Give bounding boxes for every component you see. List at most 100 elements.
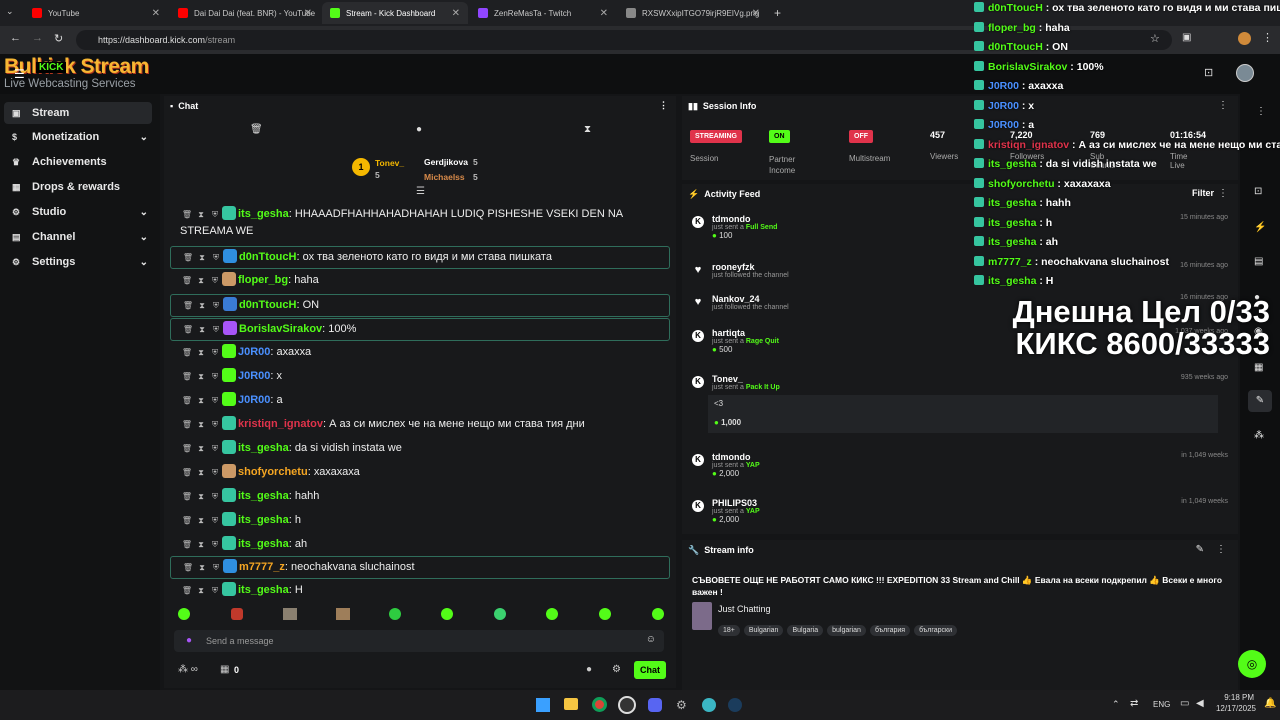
shield-icon[interactable]: ⛨ — [208, 207, 222, 223]
sidebar-item-achievements[interactable]: ♛ Achievements — [4, 151, 152, 173]
hourglass-icon[interactable]: ⧗ — [194, 273, 208, 289]
trash-icon[interactable]: 🗑 — [181, 322, 195, 338]
share-icon[interactable]: ⁂ — [1254, 430, 1264, 441]
chat-message[interactable]: 🗑 ⧗ ⛨ its_gesha: h — [170, 510, 670, 531]
chat-menu-icon[interactable]: ⋮ — [659, 100, 668, 111]
forward-icon[interactable]: → — [32, 32, 43, 44]
tag-chip[interactable]: 18+ — [718, 625, 740, 636]
chat-message[interactable]: 🗑 ⧗ ⛨ BorislavSirakov: 100% — [170, 318, 670, 341]
mic-icon[interactable]: ● — [186, 635, 192, 646]
hourglass-icon[interactable]: ⧗ — [194, 489, 208, 505]
tag-chip[interactable]: Bulgaria — [787, 625, 824, 636]
chat-username[interactable]: its_gesha — [238, 538, 289, 550]
sidebar-item-studio[interactable]: ⚙ Studio ⌄ — [4, 201, 152, 223]
chat-username[interactable]: d0nTtoucH — [239, 299, 296, 311]
close-tab-icon[interactable]: ✕ — [452, 8, 460, 19]
steam-icon[interactable] — [728, 698, 742, 712]
trash-icon[interactable]: 🗑 — [180, 583, 194, 599]
shield-icon[interactable]: ⛨ — [208, 465, 222, 481]
chat-username[interactable]: floper_bg — [238, 274, 288, 286]
hourglass-icon[interactable]: ⧗ — [194, 207, 208, 223]
chat-input-box[interactable]: ● Send a message ☺ — [174, 630, 664, 652]
trash-icon[interactable]: 🗑 — [180, 369, 194, 385]
tag-chip[interactable]: българия — [869, 625, 911, 636]
hourglass-icon[interactable]: ⧗ — [584, 124, 591, 135]
chat-message[interactable]: 🗑 ⧗ ⛨ J0R00: a — [170, 390, 670, 411]
sidebar-item-channel[interactable]: ▤ Channel ⌄ — [4, 226, 152, 248]
category-name[interactable]: Just Chatting — [718, 604, 771, 614]
tray-sync-icon[interactable]: ⇄ — [1130, 698, 1138, 709]
chat-username[interactable]: its_gesha — [238, 442, 289, 454]
chat-bubble-icon[interactable]: ● — [586, 664, 592, 675]
chat-username[interactable]: its_gesha — [238, 490, 289, 502]
chat-message[interactable]: 🗑 ⧗ ⛨ d0nTtoucH: ON — [170, 294, 670, 317]
shield-icon[interactable]: ⛨ — [208, 537, 222, 553]
chat-message[interactable]: 🗑 ⧗ ⛨ its_gesha: da si vidish instata we — [170, 438, 670, 459]
chat-message[interactable]: 🗑 ⧗ ⛨ d0nTtoucH: ох тва зеленото като го ви… — [170, 246, 670, 269]
shield-icon[interactable]: ⛨ — [208, 583, 222, 599]
discord-icon[interactable] — [648, 698, 662, 712]
language-indicator[interactable]: ENG — [1153, 700, 1170, 709]
trash-icon[interactable]: 🗑 — [180, 393, 194, 409]
chat-username[interactable]: m7777_z — [239, 561, 285, 573]
emote-icon[interactable] — [178, 608, 190, 620]
hamburger-menu-icon[interactable]: ☰ — [14, 67, 25, 81]
trash-icon[interactable]: 🗑 — [180, 489, 194, 505]
emote-icon[interactable] — [546, 608, 558, 620]
shield-icon[interactable]: ⛨ — [208, 273, 222, 289]
activity-item[interactable]: Ktdmondo just sent a YAP ● 2,000 in 1,049 w… — [688, 452, 1232, 478]
sidebar-item-settings[interactable]: ⚙ Settings ⌄ — [4, 251, 152, 273]
hourglass-icon[interactable]: ⧗ — [195, 250, 209, 266]
chat-message[interactable]: 🗑 ⧗ ⛨ m7777_z: neochakvana sluchainost — [170, 556, 670, 579]
chat-message[interactable]: 🗑 ⧗ ⛨ its_gesha: ah — [170, 534, 670, 555]
hourglass-icon[interactable]: ⧗ — [194, 465, 208, 481]
emote-icon[interactable] — [231, 608, 243, 620]
emote-icon[interactable] — [336, 608, 350, 620]
shield-icon[interactable]: ⛨ — [208, 489, 222, 505]
chat-message[interactable]: 🗑 ⧗ ⛨ J0R00: ахахха — [170, 342, 670, 363]
trash-icon[interactable]: 🗑 — [180, 207, 194, 223]
hourglass-icon[interactable]: ⧗ — [195, 322, 209, 338]
chat-username[interactable]: kristiqn_ignatov — [238, 418, 323, 430]
new-tab-icon[interactable]: + — [774, 6, 781, 20]
close-tab-icon[interactable]: ✕ — [752, 8, 760, 19]
trash-icon[interactable]: 🗑 — [180, 273, 194, 289]
emote-icon[interactable] — [652, 608, 664, 620]
notification-bell-icon[interactable]: 🔔 — [1264, 698, 1276, 709]
chat-message[interactable]: 🗑 ⧗ ⛨ floper_bg: haha — [170, 270, 670, 291]
chat-filter-icon[interactable]: ☰ — [416, 186, 425, 197]
tab-kick-dashboard[interactable]: Stream - Kick Dashboard ✕ — [322, 2, 468, 24]
chat-username[interactable]: its_gesha — [238, 514, 289, 526]
shield-icon[interactable]: ⛨ — [209, 298, 223, 314]
shield-icon[interactable]: ⛨ — [208, 345, 222, 361]
shield-icon[interactable]: ⛨ — [208, 369, 222, 385]
hourglass-icon[interactable]: ⧗ — [194, 513, 208, 529]
activity-item[interactable]: K PHILIPS03 just sent a YAP ● 2,000 in 1,049… — [688, 498, 1232, 524]
stream-info-menu-icon[interactable]: ⋮ — [1216, 544, 1226, 555]
tab-twitch[interactable]: ZenReMasTa - Twitch ✕ — [470, 2, 616, 24]
sidebar-item-monetization[interactable]: $ Monetization ⌄ — [4, 126, 152, 148]
trash-icon[interactable]: 🗑 — [181, 560, 195, 576]
chat-settings-icon[interactable]: ⚙ — [612, 664, 621, 675]
sidebar-item-stream[interactable]: ▣ Stream — [4, 102, 152, 124]
tab-list-chevron-icon[interactable]: ⌄ — [6, 6, 14, 17]
layers-icon[interactable]: ▦ — [1254, 362, 1263, 373]
trash-icon[interactable]: 🗑 — [180, 417, 194, 433]
close-tab-icon[interactable]: ✕ — [600, 8, 608, 19]
chat-send-button[interactable]: Chat — [634, 661, 666, 679]
shield-icon[interactable]: ⛨ — [208, 513, 222, 529]
trash-icon[interactable]: 🗑 — [181, 298, 195, 314]
emote-icon[interactable] — [389, 608, 401, 620]
trash-icon[interactable]: 🗑 — [181, 250, 195, 266]
hourglass-icon[interactable]: ⧗ — [194, 393, 208, 409]
settings-icon[interactable]: ⚙ — [676, 698, 687, 712]
emote-icon[interactable] — [441, 608, 453, 620]
hourglass-icon[interactable]: ⧗ — [195, 298, 209, 314]
close-tab-icon[interactable]: ✕ — [152, 8, 160, 19]
chat-username[interactable]: BorislavSirakov — [239, 323, 322, 335]
hourglass-icon[interactable]: ⧗ — [194, 417, 208, 433]
trash-icon[interactable]: 🗑 — [250, 124, 263, 135]
chat-message[interactable]: 🗑 ⧗ ⛨ kristiqn_ignatov: А аз си мислех че н… — [170, 414, 670, 435]
support-headset-icon[interactable]: ◎ — [1238, 650, 1266, 678]
edit-pencil-icon[interactable]: ✎ — [1196, 544, 1204, 555]
